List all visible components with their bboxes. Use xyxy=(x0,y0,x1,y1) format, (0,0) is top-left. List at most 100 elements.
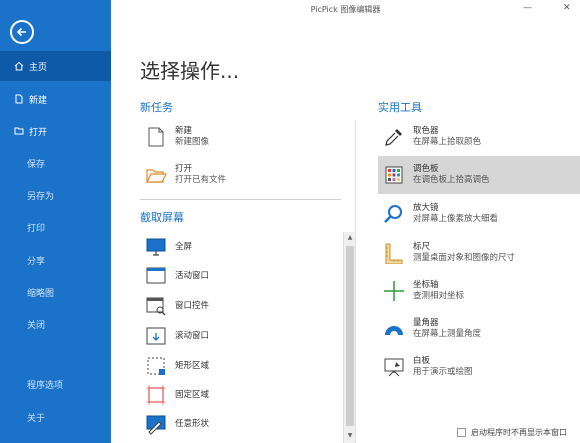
sidebar: 主页 新建 打开 保存 另存为 打印 分享 缩略图 关闭 程序选项 关于 xyxy=(0,0,111,443)
freehand-icon xyxy=(146,415,166,435)
sidebar-item-about[interactable]: 关于 xyxy=(0,402,111,432)
item-subtitle: 在屏幕上测量角度 xyxy=(413,329,482,339)
sidebar-item-label: 缩略图 xyxy=(27,288,55,299)
item-title: 新建 xyxy=(175,126,193,136)
sidebar-item-label: 程序选项 xyxy=(27,380,64,391)
sidebar-item-label: 关于 xyxy=(27,413,46,424)
sidebar-item-label: 关闭 xyxy=(27,320,46,331)
home-icon xyxy=(14,61,24,71)
sidebar-item-new[interactable]: 新建 xyxy=(0,84,111,114)
item-subtitle: 新建图像 xyxy=(175,137,210,147)
capture-freehand[interactable]: 任意形状 xyxy=(145,413,209,435)
item-label: 任意形状 xyxy=(175,418,210,429)
item-title: 标尺 xyxy=(413,242,431,252)
sidebar-item-thumbnail[interactable]: 缩略图 xyxy=(0,277,111,307)
item-subtitle: 测量桌面对象和图像的尺寸 xyxy=(413,253,516,263)
section-divider xyxy=(140,199,341,200)
dont-show-checkbox[interactable]: 启动程序时不再显示本窗口 xyxy=(457,427,567,438)
capture-active-window[interactable]: 活动窗口 xyxy=(145,265,209,287)
tool-magnifier[interactable]: 放大镜 对屏幕上像素放大细看 xyxy=(383,203,498,225)
item-title: 调色板 xyxy=(413,164,439,174)
item-subtitle: 对屏幕上像素放大细看 xyxy=(413,214,499,224)
new-task-heading: 新任务 xyxy=(140,101,173,114)
crosshair-icon xyxy=(384,281,404,301)
item-label: 矩形区域 xyxy=(175,360,210,371)
back-button[interactable] xyxy=(10,20,34,44)
item-label: 固定区域 xyxy=(175,389,210,400)
capture-scroll-window[interactable]: 滚动窗口 xyxy=(145,325,209,347)
tool-palette[interactable]: 调色板 在调色板上拾高调色 xyxy=(383,164,490,186)
blank-page-icon xyxy=(148,127,164,147)
item-title: 量角器 xyxy=(413,318,439,328)
capture-heading: 截取屏幕 xyxy=(140,211,184,224)
tool-ruler[interactable]: 标尺 测量桌面对象和图像的尺寸 xyxy=(383,242,515,264)
rect-region-icon xyxy=(147,357,165,375)
capture-fixed-region[interactable]: 固定区域 xyxy=(145,384,209,406)
close-button[interactable]: ✕ xyxy=(563,3,571,13)
tools-heading: 实用工具 xyxy=(378,101,422,114)
tool-whiteboard[interactable]: 白板 用于演示或绘图 xyxy=(383,356,473,378)
item-title: 白板 xyxy=(413,356,431,366)
palette-icon xyxy=(385,166,403,184)
capture-rect-region[interactable]: 矩形区域 xyxy=(145,355,209,377)
minimize-button[interactable]: — xyxy=(523,3,532,13)
item-subtitle: 用于演示或绘图 xyxy=(413,367,473,377)
item-title: 放大镜 xyxy=(413,203,439,213)
sidebar-item-share[interactable]: 分享 xyxy=(0,245,111,275)
sidebar-item-options[interactable]: 程序选项 xyxy=(0,369,111,399)
column-separator xyxy=(355,120,356,443)
item-label: 窗口控件 xyxy=(175,300,210,311)
sidebar-item-close[interactable]: 关闭 xyxy=(0,309,111,339)
eyedropper-icon xyxy=(385,129,402,146)
checkbox-box[interactable] xyxy=(457,428,466,437)
scroll-thumb[interactable] xyxy=(346,246,354,426)
new-image-item[interactable]: 新建 新建图像 xyxy=(145,126,209,148)
sidebar-item-label: 打印 xyxy=(27,223,46,234)
tool-crosshair[interactable]: 坐标轴 查测相对坐标 xyxy=(383,280,464,302)
tool-protractor[interactable]: 量角器 在屏幕上测量角度 xyxy=(383,318,481,340)
sidebar-item-print[interactable]: 打印 xyxy=(0,212,111,242)
sidebar-item-save-as[interactable]: 另存为 xyxy=(0,180,111,210)
sidebar-item-label: 主页 xyxy=(29,62,48,73)
scrollbar[interactable]: ▲ ▼ xyxy=(343,232,355,443)
whiteboard-icon xyxy=(384,358,404,377)
sidebar-item-label: 打开 xyxy=(29,127,48,138)
tool-color-picker[interactable]: 取色器 在屏幕上拾取颜色 xyxy=(383,126,481,148)
capture-fullscreen[interactable]: 全屏 xyxy=(145,236,192,258)
sidebar-item-label: 保存 xyxy=(27,159,46,170)
title-bar: PicPick 图像编辑器 — ✕ xyxy=(111,0,580,18)
item-label: 活动窗口 xyxy=(175,270,210,281)
protractor-icon xyxy=(385,326,403,335)
sidebar-item-label: 另存为 xyxy=(27,191,55,202)
window-icon xyxy=(146,267,166,284)
open-file-item[interactable]: 打开 打开已有文件 xyxy=(145,164,226,186)
item-subtitle: 在屏幕上拾取颜色 xyxy=(413,137,482,147)
item-subtitle: 在调色板上拾高调色 xyxy=(413,175,490,185)
item-title: 取色器 xyxy=(413,126,439,136)
window-title: PicPick 图像编辑器 xyxy=(310,5,381,14)
arrow-left-icon xyxy=(16,27,26,37)
scroll-up-icon[interactable]: ▲ xyxy=(345,233,355,243)
item-subtitle: 查测相对坐标 xyxy=(413,291,465,301)
ruler-icon xyxy=(385,243,403,264)
magnifier-icon xyxy=(384,205,402,223)
new-file-icon xyxy=(14,94,24,104)
capture-window-control[interactable]: 窗口控件 xyxy=(145,295,209,317)
monitor-icon xyxy=(146,238,166,256)
window-control-icon xyxy=(146,297,166,316)
sidebar-item-home[interactable]: 主页 xyxy=(0,51,111,81)
sidebar-item-open[interactable]: 打开 xyxy=(0,116,111,146)
scroll-down-icon[interactable]: ▼ xyxy=(345,431,355,441)
sidebar-item-label: 新建 xyxy=(29,95,48,106)
item-label: 滚动窗口 xyxy=(175,330,210,341)
checkbox-label: 启动程序时不再显示本窗口 xyxy=(471,428,567,437)
item-title: 打开 xyxy=(175,164,193,174)
page-title: 选择操作... xyxy=(140,59,240,83)
item-label: 全屏 xyxy=(175,241,193,252)
scroll-window-icon xyxy=(146,327,166,345)
sidebar-item-label: 分享 xyxy=(27,256,46,267)
item-title: 坐标轴 xyxy=(413,280,439,290)
sidebar-item-save[interactable]: 保存 xyxy=(0,148,111,178)
open-folder-icon xyxy=(14,126,24,136)
item-subtitle: 打开已有文件 xyxy=(175,175,227,185)
